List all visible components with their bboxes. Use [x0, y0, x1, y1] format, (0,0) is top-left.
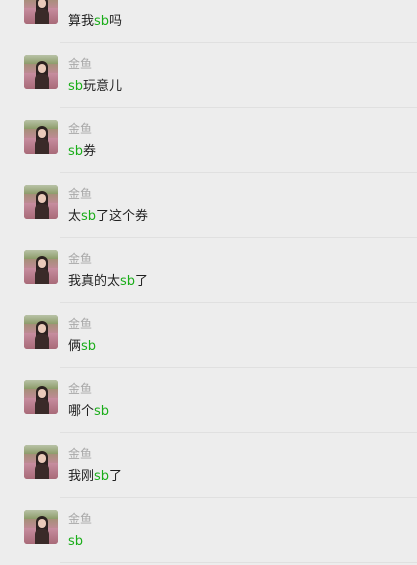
avatar-photo-face [38, 454, 46, 463]
avatar[interactable] [24, 250, 58, 284]
avatar-photo-face [38, 259, 46, 268]
message-result-item[interactable]: 金鱼太sb了这个券 [0, 173, 417, 238]
message-text: 哪个sb [68, 404, 109, 420]
avatar[interactable] [24, 445, 58, 479]
avatar[interactable] [24, 185, 58, 219]
message-text-part: 玩意儿 [83, 79, 123, 94]
avatar[interactable] [24, 120, 58, 154]
avatar-photo-face [38, 389, 46, 398]
avatar-photo-body [35, 74, 49, 89]
avatar[interactable] [24, 510, 58, 544]
avatar-photo-face [38, 0, 46, 8]
message-text-part: 券 [83, 144, 97, 159]
keyword-highlight: sb [94, 404, 110, 419]
message-text: sb玩意儿 [68, 79, 122, 95]
message-text: 我真的太sb了 [68, 274, 148, 290]
message-text-part: 了 [135, 274, 149, 289]
message-text: 我刚sb了 [68, 469, 122, 485]
message-result-item[interactable]: 金鱼哪个sb [0, 368, 417, 433]
sender-name: 金鱼 [68, 57, 93, 71]
message-text-part: 吗 [109, 14, 123, 29]
message-text: 俩sb [68, 339, 96, 355]
avatar[interactable] [24, 0, 58, 24]
avatar-photo-body [35, 9, 49, 24]
avatar-photo-body [35, 529, 49, 544]
avatar[interactable] [24, 55, 58, 89]
sender-name: 金鱼 [68, 447, 93, 461]
keyword-highlight: sb [68, 534, 84, 549]
avatar[interactable] [24, 315, 58, 349]
avatar-photo-body [35, 269, 49, 284]
avatar-photo-body [35, 464, 49, 479]
row-divider [60, 562, 417, 563]
message-result-item[interactable]: 金鱼我真的太sb了 [0, 238, 417, 303]
keyword-highlight: sb [94, 469, 110, 484]
message-text: sb [68, 534, 83, 550]
avatar[interactable] [24, 380, 58, 414]
message-text-part: 算我 [68, 14, 95, 29]
sender-name: 金鱼 [68, 122, 93, 136]
message-text-part: 了 [109, 469, 123, 484]
message-text-part: 了这个券 [96, 209, 149, 224]
message-text-part: 俩 [68, 339, 82, 354]
message-result-item[interactable]: 金鱼我刚sb了 [0, 433, 417, 498]
sender-name: 金鱼 [68, 382, 93, 396]
message-result-item[interactable]: 金鱼 sb [0, 498, 417, 563]
message-text: 算我sb吗 [68, 14, 122, 30]
avatar-photo-body [35, 139, 49, 154]
keyword-highlight: sb [120, 274, 136, 289]
avatar-photo-face [38, 64, 46, 73]
avatar-photo-face [38, 519, 46, 528]
avatar-photo-body [35, 334, 49, 349]
keyword-highlight: sb [81, 339, 97, 354]
message-result-item[interactable]: 金鱼 sb券 [0, 108, 417, 173]
message-text-part: 太 [68, 209, 82, 224]
keyword-highlight: sb [94, 14, 110, 29]
message-result-item[interactable]: 算我sb吗 [0, 0, 417, 43]
sender-name: 金鱼 [68, 252, 93, 266]
avatar-photo-face [38, 194, 46, 203]
search-result-list: 算我sb吗 金鱼 sb玩意儿 金鱼 sb券 金鱼 太sb了这个券 金鱼 我真的太sb了 金鱼 俩sb… [0, 0, 417, 565]
message-result-item[interactable]: 金鱼俩sb [0, 303, 417, 368]
message-text: 太sb了这个券 [68, 209, 148, 225]
avatar-photo-body [35, 399, 49, 414]
avatar-photo-body [35, 204, 49, 219]
sender-name: 金鱼 [68, 187, 93, 201]
message-result-item[interactable]: 金鱼 sb玩意儿 [0, 43, 417, 108]
keyword-highlight: sb [81, 209, 97, 224]
sender-name: 金鱼 [68, 512, 93, 526]
avatar-photo-face [38, 324, 46, 333]
message-text: sb券 [68, 144, 96, 160]
keyword-highlight: sb [68, 144, 84, 159]
message-text-part: 我刚 [68, 469, 95, 484]
sender-name: 金鱼 [68, 317, 93, 331]
message-text-part: 哪个 [68, 404, 95, 419]
message-text-part: 我真的太 [68, 274, 121, 289]
avatar-photo-face [38, 129, 46, 138]
keyword-highlight: sb [68, 79, 84, 94]
